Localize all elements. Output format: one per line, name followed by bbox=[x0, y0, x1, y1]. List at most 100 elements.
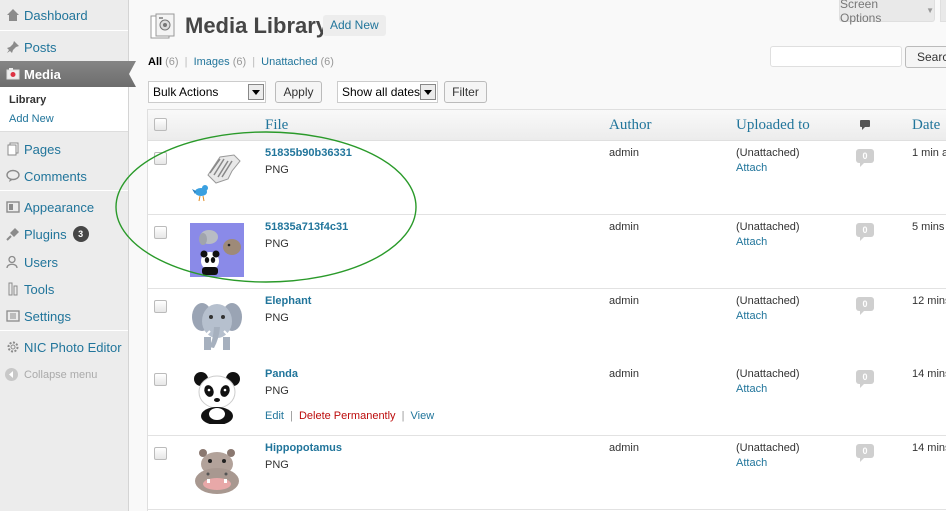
menu-separator bbox=[0, 190, 128, 191]
help-tab[interactable] bbox=[940, 0, 946, 22]
edit-link[interactable]: Edit bbox=[265, 410, 284, 422]
menu-separator bbox=[0, 30, 128, 31]
dashboard-icon bbox=[5, 7, 21, 23]
select-all-checkbox[interactable] bbox=[154, 118, 167, 131]
row-comment-count[interactable]: 0 bbox=[856, 297, 874, 315]
filter-button[interactable]: Filter bbox=[444, 81, 487, 103]
comment-bubble-icon[interactable] bbox=[859, 119, 871, 134]
filter-separator: | bbox=[184, 56, 188, 68]
bulk-actions-value: Bulk Actions bbox=[153, 85, 219, 99]
row-attach-link[interactable]: Attach bbox=[736, 310, 767, 322]
menu-plugins-label: Plugins bbox=[24, 226, 67, 242]
menu-plugins[interactable]: Plugins 3 bbox=[0, 221, 128, 247]
menu-nic-photo-editor-label: NIC Photo Editor bbox=[24, 339, 122, 355]
row-author: admin bbox=[609, 368, 639, 380]
row-title-link[interactable]: Panda bbox=[265, 368, 298, 380]
row-author: admin bbox=[609, 295, 639, 307]
row-uploaded-to: (Unattached) bbox=[736, 442, 800, 454]
search-input[interactable] bbox=[770, 46, 902, 67]
animals-collage-image[interactable] bbox=[190, 223, 244, 277]
column-date[interactable]: Date bbox=[912, 117, 940, 134]
filter-images-count: (6) bbox=[232, 56, 247, 68]
table-row: 51835a713f4c31 PNG admin (Unattached) At… bbox=[148, 215, 946, 289]
row-comment-count[interactable]: 0 bbox=[856, 223, 874, 241]
row-attach-link[interactable]: Attach bbox=[736, 457, 767, 469]
filter-all-count: (6) bbox=[165, 56, 179, 68]
filter-images[interactable]: Images bbox=[194, 56, 230, 68]
collapse-arrow-icon bbox=[5, 368, 18, 381]
row-comment-count[interactable]: 0 bbox=[856, 149, 874, 167]
menu-media-label: Media bbox=[24, 66, 61, 82]
row-date: 1 min a bbox=[912, 147, 946, 159]
column-file[interactable]: File bbox=[265, 117, 288, 134]
row-title-link[interactable]: Hippopotamus bbox=[265, 442, 342, 454]
hippopotamus-image[interactable] bbox=[190, 444, 244, 498]
row-file-type: PNG bbox=[265, 164, 289, 176]
menu-dashboard-label: Dashboard bbox=[24, 7, 88, 23]
menu-pages[interactable]: Pages bbox=[0, 136, 128, 162]
column-author[interactable]: Author bbox=[609, 117, 652, 134]
row-title-link[interactable]: 51835b90b36331 bbox=[265, 147, 352, 159]
delete-permanently-link[interactable]: Delete Permanently bbox=[299, 410, 396, 422]
action-separator: | bbox=[401, 410, 405, 422]
menu-comments[interactable]: Comments bbox=[0, 163, 128, 189]
row-file-type: PNG bbox=[265, 459, 289, 471]
filter-separator: | bbox=[252, 56, 256, 68]
table-row: Panda PNG Edit | Delete Permanently | Vi… bbox=[148, 362, 946, 436]
menu-settings[interactable]: Settings bbox=[0, 303, 128, 329]
filter-unattached[interactable]: Unattached bbox=[261, 56, 317, 68]
filter-all[interactable]: All bbox=[148, 56, 162, 68]
menu-tools-label: Tools bbox=[24, 281, 55, 297]
menu-dashboard[interactable]: Dashboard bbox=[0, 2, 128, 28]
bulk-actions-select[interactable]: Bulk Actions bbox=[148, 81, 266, 103]
row-attach-link[interactable]: Attach bbox=[736, 162, 767, 174]
row-checkbox[interactable] bbox=[154, 226, 167, 239]
table-row: 51835b90b36331 PNG admin (Unattached) At… bbox=[148, 141, 946, 215]
date-filter-select[interactable]: Show all dates bbox=[337, 81, 438, 103]
menu-pages-label: Pages bbox=[24, 141, 61, 157]
view-link[interactable]: View bbox=[411, 410, 435, 422]
row-title-link[interactable]: 51835a713f4c31 bbox=[265, 221, 348, 233]
menu-separator bbox=[0, 330, 128, 331]
row-comment-count[interactable]: 0 bbox=[856, 444, 874, 462]
menu-users[interactable]: Users bbox=[0, 249, 128, 275]
apply-button[interactable]: Apply bbox=[275, 81, 322, 103]
row-checkbox[interactable] bbox=[154, 152, 167, 165]
panda-image[interactable] bbox=[190, 370, 244, 425]
row-title-link[interactable]: Elephant bbox=[265, 295, 311, 307]
menu-media[interactable]: Media bbox=[0, 61, 136, 87]
row-date: 5 mins bbox=[912, 221, 945, 233]
row-date: 12 mins bbox=[912, 295, 946, 307]
chevron-down-icon bbox=[248, 84, 264, 100]
page-title: Media Library bbox=[185, 13, 329, 38]
row-attach-link[interactable]: Attach bbox=[736, 383, 767, 395]
add-new-button[interactable]: Add New bbox=[323, 15, 386, 36]
search-button[interactable]: Search bbox=[905, 46, 946, 68]
menu-appearance[interactable]: Appearance bbox=[0, 194, 128, 220]
row-date: 14 mins bbox=[912, 368, 946, 380]
media-library-icon bbox=[148, 12, 178, 42]
submenu-library[interactable]: Library bbox=[9, 94, 46, 106]
collapse-menu[interactable]: Collapse menu bbox=[5, 368, 97, 381]
zebra-bird-image[interactable] bbox=[190, 149, 244, 203]
row-file-type: PNG bbox=[265, 385, 289, 397]
column-uploaded-to[interactable]: Uploaded to bbox=[736, 117, 810, 134]
screen-options-tab[interactable]: Screen Options ▼ bbox=[839, 0, 935, 25]
row-actions: Edit | Delete Permanently | View bbox=[265, 410, 434, 422]
screen-options-label: Screen Options bbox=[840, 0, 882, 25]
submenu-add-new[interactable]: Add New bbox=[9, 113, 54, 125]
row-comment-count[interactable]: 0 bbox=[856, 370, 874, 388]
menu-tools[interactable]: Tools bbox=[0, 276, 128, 302]
menu-posts[interactable]: Posts bbox=[0, 34, 128, 60]
row-file-type: PNG bbox=[265, 238, 289, 250]
row-attach-link[interactable]: Attach bbox=[736, 236, 767, 248]
menu-users-label: Users bbox=[24, 254, 58, 270]
row-author: admin bbox=[609, 442, 639, 454]
row-checkbox[interactable] bbox=[154, 300, 167, 313]
pushpin-icon bbox=[5, 39, 21, 55]
row-checkbox[interactable] bbox=[154, 373, 167, 386]
elephant-image[interactable] bbox=[190, 297, 244, 351]
menu-nic-photo-editor[interactable]: NIC Photo Editor bbox=[0, 334, 128, 360]
row-checkbox[interactable] bbox=[154, 447, 167, 460]
row-file-type: PNG bbox=[265, 312, 289, 324]
